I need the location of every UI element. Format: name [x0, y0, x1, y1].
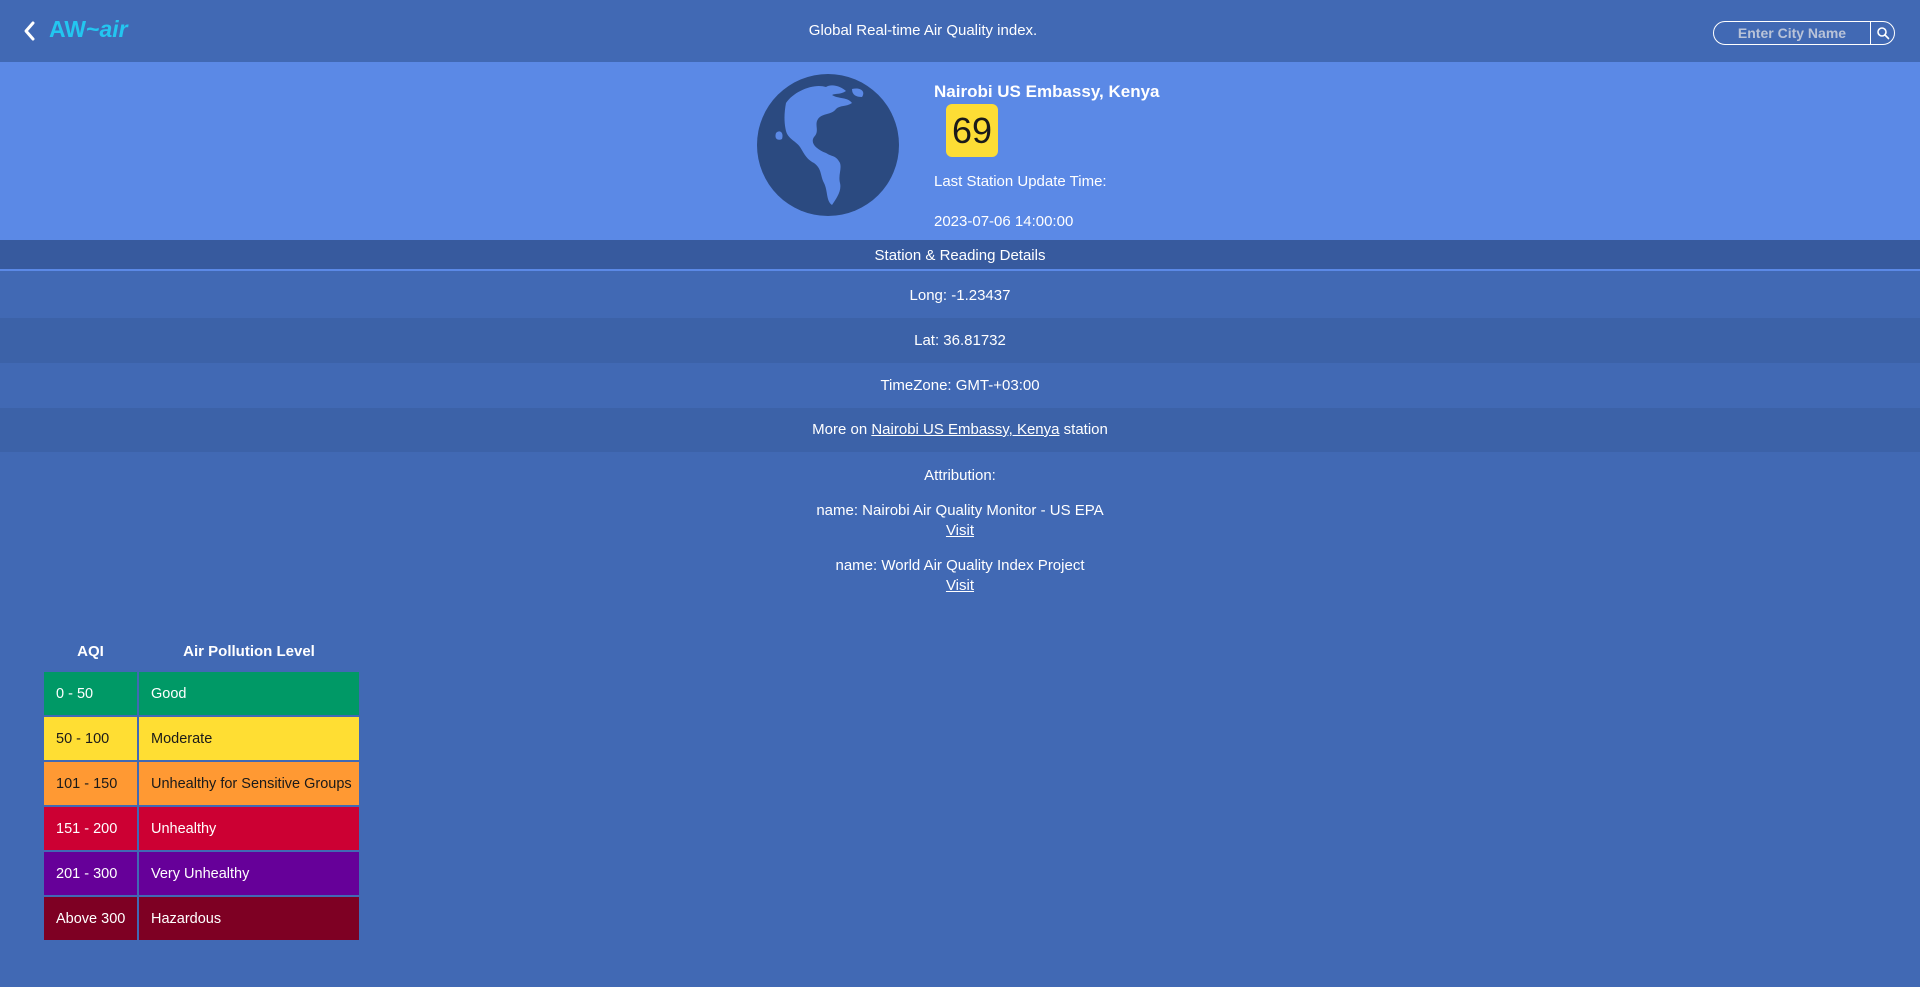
update-time-value: 2023-07-06 14:00:00	[934, 213, 1074, 230]
attribution-title: Attribution:	[924, 467, 996, 484]
more-info-suffix: station	[1063, 421, 1108, 438]
search-input[interactable]	[1714, 22, 1870, 44]
pollution-level-cell: Unhealthy	[139, 807, 359, 850]
station-summary: Nairobi US Embassy, Kenya 69 Last Statio…	[0, 62, 1920, 240]
top-bar: AW~air Global Real-time Air Quality inde…	[0, 0, 1920, 62]
aqi-range-cell: Above 300	[44, 897, 137, 940]
attribution-name: name: Nairobi Air Quality Monitor - US E…	[816, 502, 1104, 519]
station-name: Nairobi US Embassy, Kenya	[934, 82, 1160, 101]
more-info-prefix: More on	[812, 421, 868, 438]
pollution-level-cell: Very Unhealthy	[139, 852, 359, 895]
search-icon	[1876, 27, 1889, 40]
table-row: 201 - 300 Very Unhealthy	[44, 852, 359, 895]
aqi-range-cell: 151 - 200	[44, 807, 137, 850]
table-row: 0 - 50 Good	[44, 672, 359, 715]
level-column-header: Air Pollution Level	[183, 642, 315, 660]
pollution-level-cell: Hazardous	[139, 897, 359, 940]
attribution-name: name: World Air Quality Index Project	[835, 557, 1085, 574]
aqi-range-cell: 101 - 150	[44, 762, 137, 805]
more-info-row: More on Nairobi US Embassy, Kenya statio…	[0, 408, 1920, 452]
visit-link[interactable]: Visit	[946, 577, 974, 594]
table-row: 101 - 150 Unhealthy for Sensitive Groups	[44, 762, 359, 805]
search-box	[1713, 21, 1895, 45]
globe-icon	[757, 74, 899, 216]
pollution-level-cell: Moderate	[139, 717, 359, 760]
aqi-range-cell: 201 - 300	[44, 852, 137, 895]
latitude-row: Lat: 36.81732	[0, 318, 1920, 363]
timezone-row: TimeZone: GMT-+03:00	[0, 363, 1920, 408]
table-row: 50 - 100 Moderate	[44, 717, 359, 760]
aqi-value-badge: 69	[946, 104, 998, 157]
attribution-section: Attribution: name: Nairobi Air Quality M…	[0, 452, 1920, 622]
longitude-row: Long: -1.23437	[0, 273, 1920, 318]
table-row: 151 - 200 Unhealthy	[44, 807, 359, 850]
attribution-item: name: World Air Quality Index Project Vi…	[0, 556, 1920, 596]
aqi-legend-table: AQI Air Pollution Level 0 - 50 Good 50 - 1…	[42, 630, 361, 942]
table-header-row: AQI Air Pollution Level	[44, 632, 359, 670]
details-section-header: Station & Reading Details	[0, 240, 1920, 271]
pollution-level-cell: Good	[139, 672, 359, 715]
page-title: Global Real-time Air Quality index.	[808, 22, 1038, 39]
pollution-level-cell: Unhealthy for Sensitive Groups	[139, 762, 359, 805]
aqi-column-header: AQI	[77, 642, 104, 660]
legend-rows: 0 - 50 Good 50 - 100 Moderate 101 - 150 Unhea…	[44, 672, 359, 940]
update-time-label: Last Station Update Time:	[934, 173, 1107, 190]
search-button[interactable]	[1870, 22, 1894, 44]
attribution-item: name: Nairobi Air Quality Monitor - US E…	[0, 501, 1920, 541]
aqi-range-cell: 50 - 100	[44, 717, 137, 760]
aqi-range-cell: 0 - 50	[44, 672, 137, 715]
table-row: Above 300 Hazardous	[44, 897, 359, 940]
station-link[interactable]: Nairobi US Embassy, Kenya	[871, 421, 1059, 438]
visit-link[interactable]: Visit	[946, 522, 974, 539]
